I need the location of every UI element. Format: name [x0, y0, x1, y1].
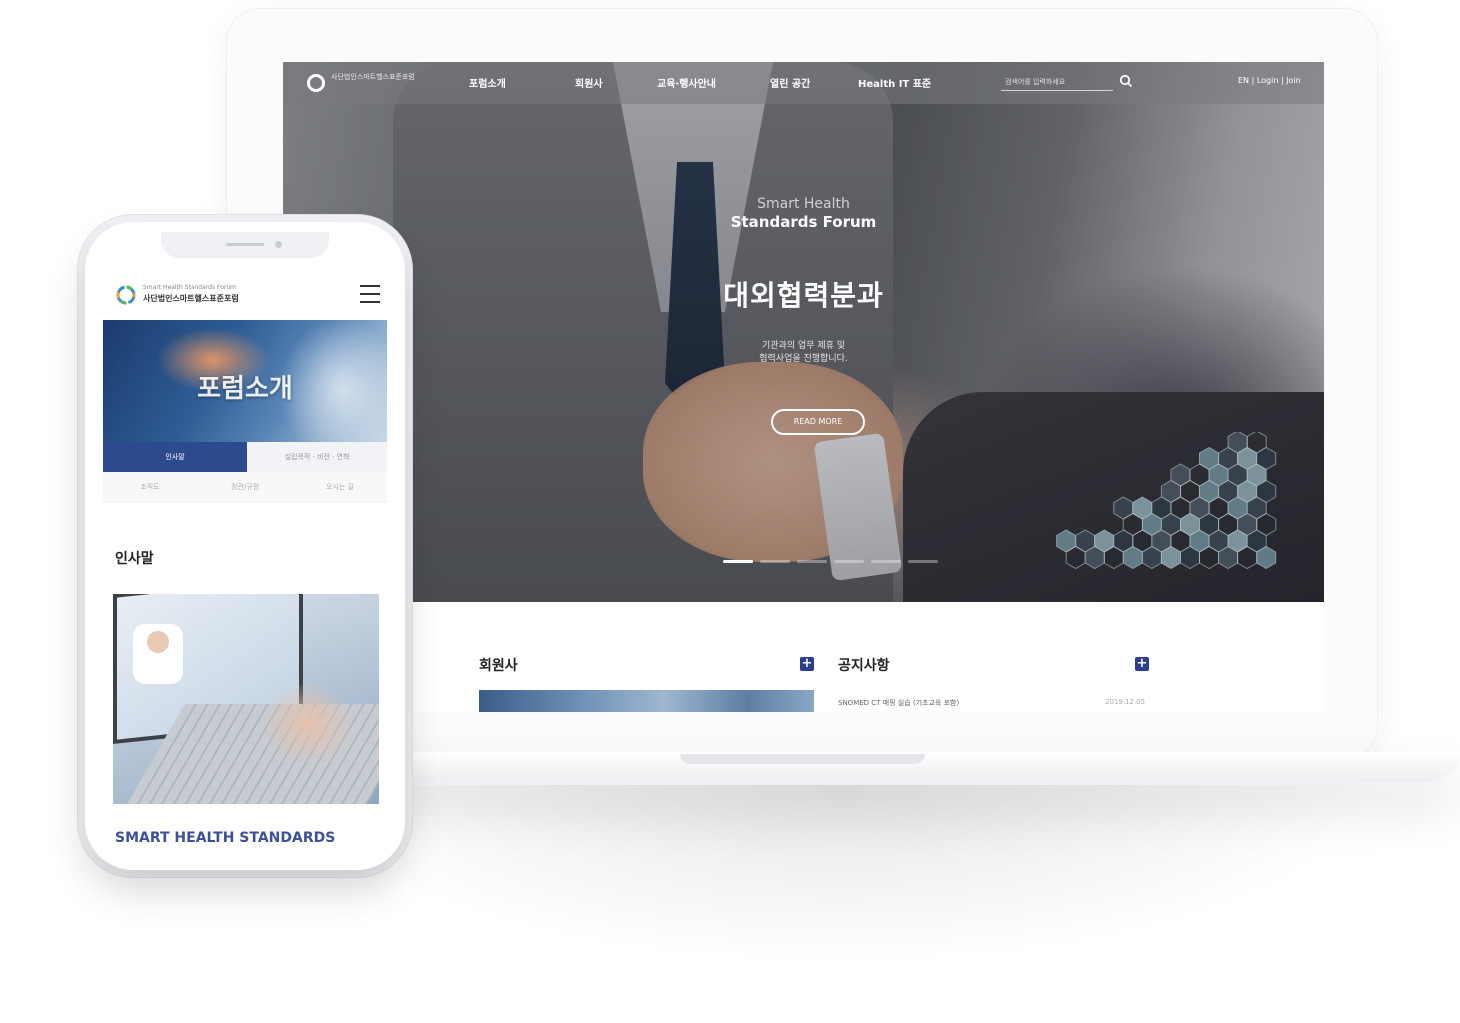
- notice-item-date: 2019.12.05: [1105, 698, 1146, 706]
- hexagon-cell: [1256, 545, 1277, 570]
- mobile-logo-icon[interactable]: [115, 284, 137, 306]
- photo-doctor: [133, 624, 183, 684]
- hero-banner: 사단법인스마트헬스표준포럼 포럼소개 회원사 교육·행사안내 열린 공간 Hea…: [283, 62, 1324, 602]
- hexagon-pattern: [1056, 432, 1277, 570]
- hexagon-cell: [1180, 545, 1200, 570]
- mobile-subtabs: 조직도 정관/규정 오시는 길: [103, 472, 387, 502]
- hexagon-cell: [1218, 545, 1239, 570]
- nav-item-health-it[interactable]: Health IT 표준: [858, 75, 931, 90]
- top-navigation: 사단법인스마트헬스표준포럼 포럼소개 회원사 교육·행사안내 열린 공간 Hea…: [283, 62, 1324, 104]
- tab-purpose-vision-history[interactable]: 설립목적 · 비전 · 연혁: [247, 442, 387, 472]
- hero-subtitle-line2: Standards Forum: [730, 213, 877, 231]
- notices-more-plus-icon[interactable]: +: [1135, 657, 1149, 671]
- mobile-section-photo: [113, 594, 379, 804]
- subtab-organization[interactable]: 조직도: [103, 472, 197, 502]
- slide-dot[interactable]: [871, 560, 901, 563]
- hexagon-cell: [1160, 545, 1181, 570]
- hexagon-cell: [1199, 545, 1220, 570]
- hexagon-cell: [1084, 545, 1105, 570]
- search-underline: [1001, 90, 1113, 91]
- mobile-section-title: 인사말: [115, 551, 154, 567]
- members-title: 회원사: [479, 658, 518, 674]
- hero-title: 대외협력분과: [723, 279, 884, 312]
- notice-item-title[interactable]: SNOMED CT 매핑 실습 (기초교육 포함): [838, 698, 959, 708]
- subtab-regulations[interactable]: 정관/규정: [198, 472, 292, 502]
- members-thumbnail[interactable]: [479, 690, 814, 712]
- phone-camera: [275, 241, 282, 248]
- hexagon-cell: [1065, 545, 1086, 570]
- mobile-brand-ko: 사단법인스마트헬스표준포럼: [143, 294, 239, 303]
- mobile-brand-en: Smart Health Standards Forum: [143, 284, 237, 291]
- hero-description: 기관과의 업무 제휴 및 협력사업을 진행합니다.: [283, 340, 1324, 366]
- hexagon-cell: [1141, 545, 1162, 570]
- utility-links[interactable]: EN | Login | Join: [1238, 76, 1301, 85]
- search-icon[interactable]: [1119, 74, 1133, 88]
- phone-speaker: [226, 243, 264, 246]
- hero-subtitle-line1: Smart Health: [757, 196, 850, 212]
- hero-description-line2: 협력사업을 진행합니다.: [759, 354, 848, 364]
- hamburger-menu-icon[interactable]: [360, 285, 380, 303]
- members-more-plus-icon[interactable]: +: [800, 657, 814, 671]
- mobile-tabs: 인사말 설립목적 · 비전 · 연혁: [103, 442, 387, 472]
- nav-item-open-space[interactable]: 열린 공간: [770, 75, 810, 90]
- subtab-directions[interactable]: 오시는 길: [293, 472, 387, 502]
- slide-dot[interactable]: [797, 560, 827, 563]
- hexagon-cell: [1122, 545, 1143, 570]
- laptop-shadow: [300, 785, 1380, 965]
- hero-description-line1: 기관과의 업무 제휴 및: [761, 341, 846, 351]
- search-input[interactable]: 검색어를 입력하세요: [1005, 77, 1065, 87]
- mobile-footer-title: SMART HEALTH STANDARDS: [115, 830, 336, 846]
- read-more-button[interactable]: READ MORE: [771, 409, 865, 435]
- phone-screen: Smart Health Standards Forum 사단법인스마트헬스표준…: [103, 232, 387, 862]
- hexagon-cell: [1103, 545, 1124, 570]
- nav-item-events[interactable]: 교육·행사안내: [657, 75, 716, 90]
- logo-text[interactable]: 사단법인스마트헬스표준포럼: [331, 72, 421, 82]
- laptop-screen: 사단법인스마트헬스표준포럼 포럼소개 회원사 교육·행사안내 열린 공간 Hea…: [283, 62, 1324, 712]
- slide-dot[interactable]: [834, 560, 864, 563]
- hexagon-cell: [1237, 545, 1258, 570]
- slide-dot[interactable]: [908, 560, 938, 563]
- logo-icon[interactable]: [307, 74, 325, 92]
- nav-item-about[interactable]: 포럼소개: [469, 75, 506, 90]
- slide-pager: [723, 548, 945, 563]
- slide-dot[interactable]: [760, 560, 790, 563]
- mobile-hero-title: 포럼소개: [197, 374, 293, 404]
- notices-title: 공지사항: [838, 658, 890, 674]
- nav-item-members[interactable]: 회원사: [575, 75, 603, 90]
- tab-greeting[interactable]: 인사말: [103, 442, 247, 472]
- photo-hands: [263, 684, 353, 764]
- slide-dot[interactable]: [723, 560, 753, 563]
- laptop-hinge-notch: [680, 754, 925, 764]
- mobile-hero-banner: 포럼소개: [103, 320, 387, 442]
